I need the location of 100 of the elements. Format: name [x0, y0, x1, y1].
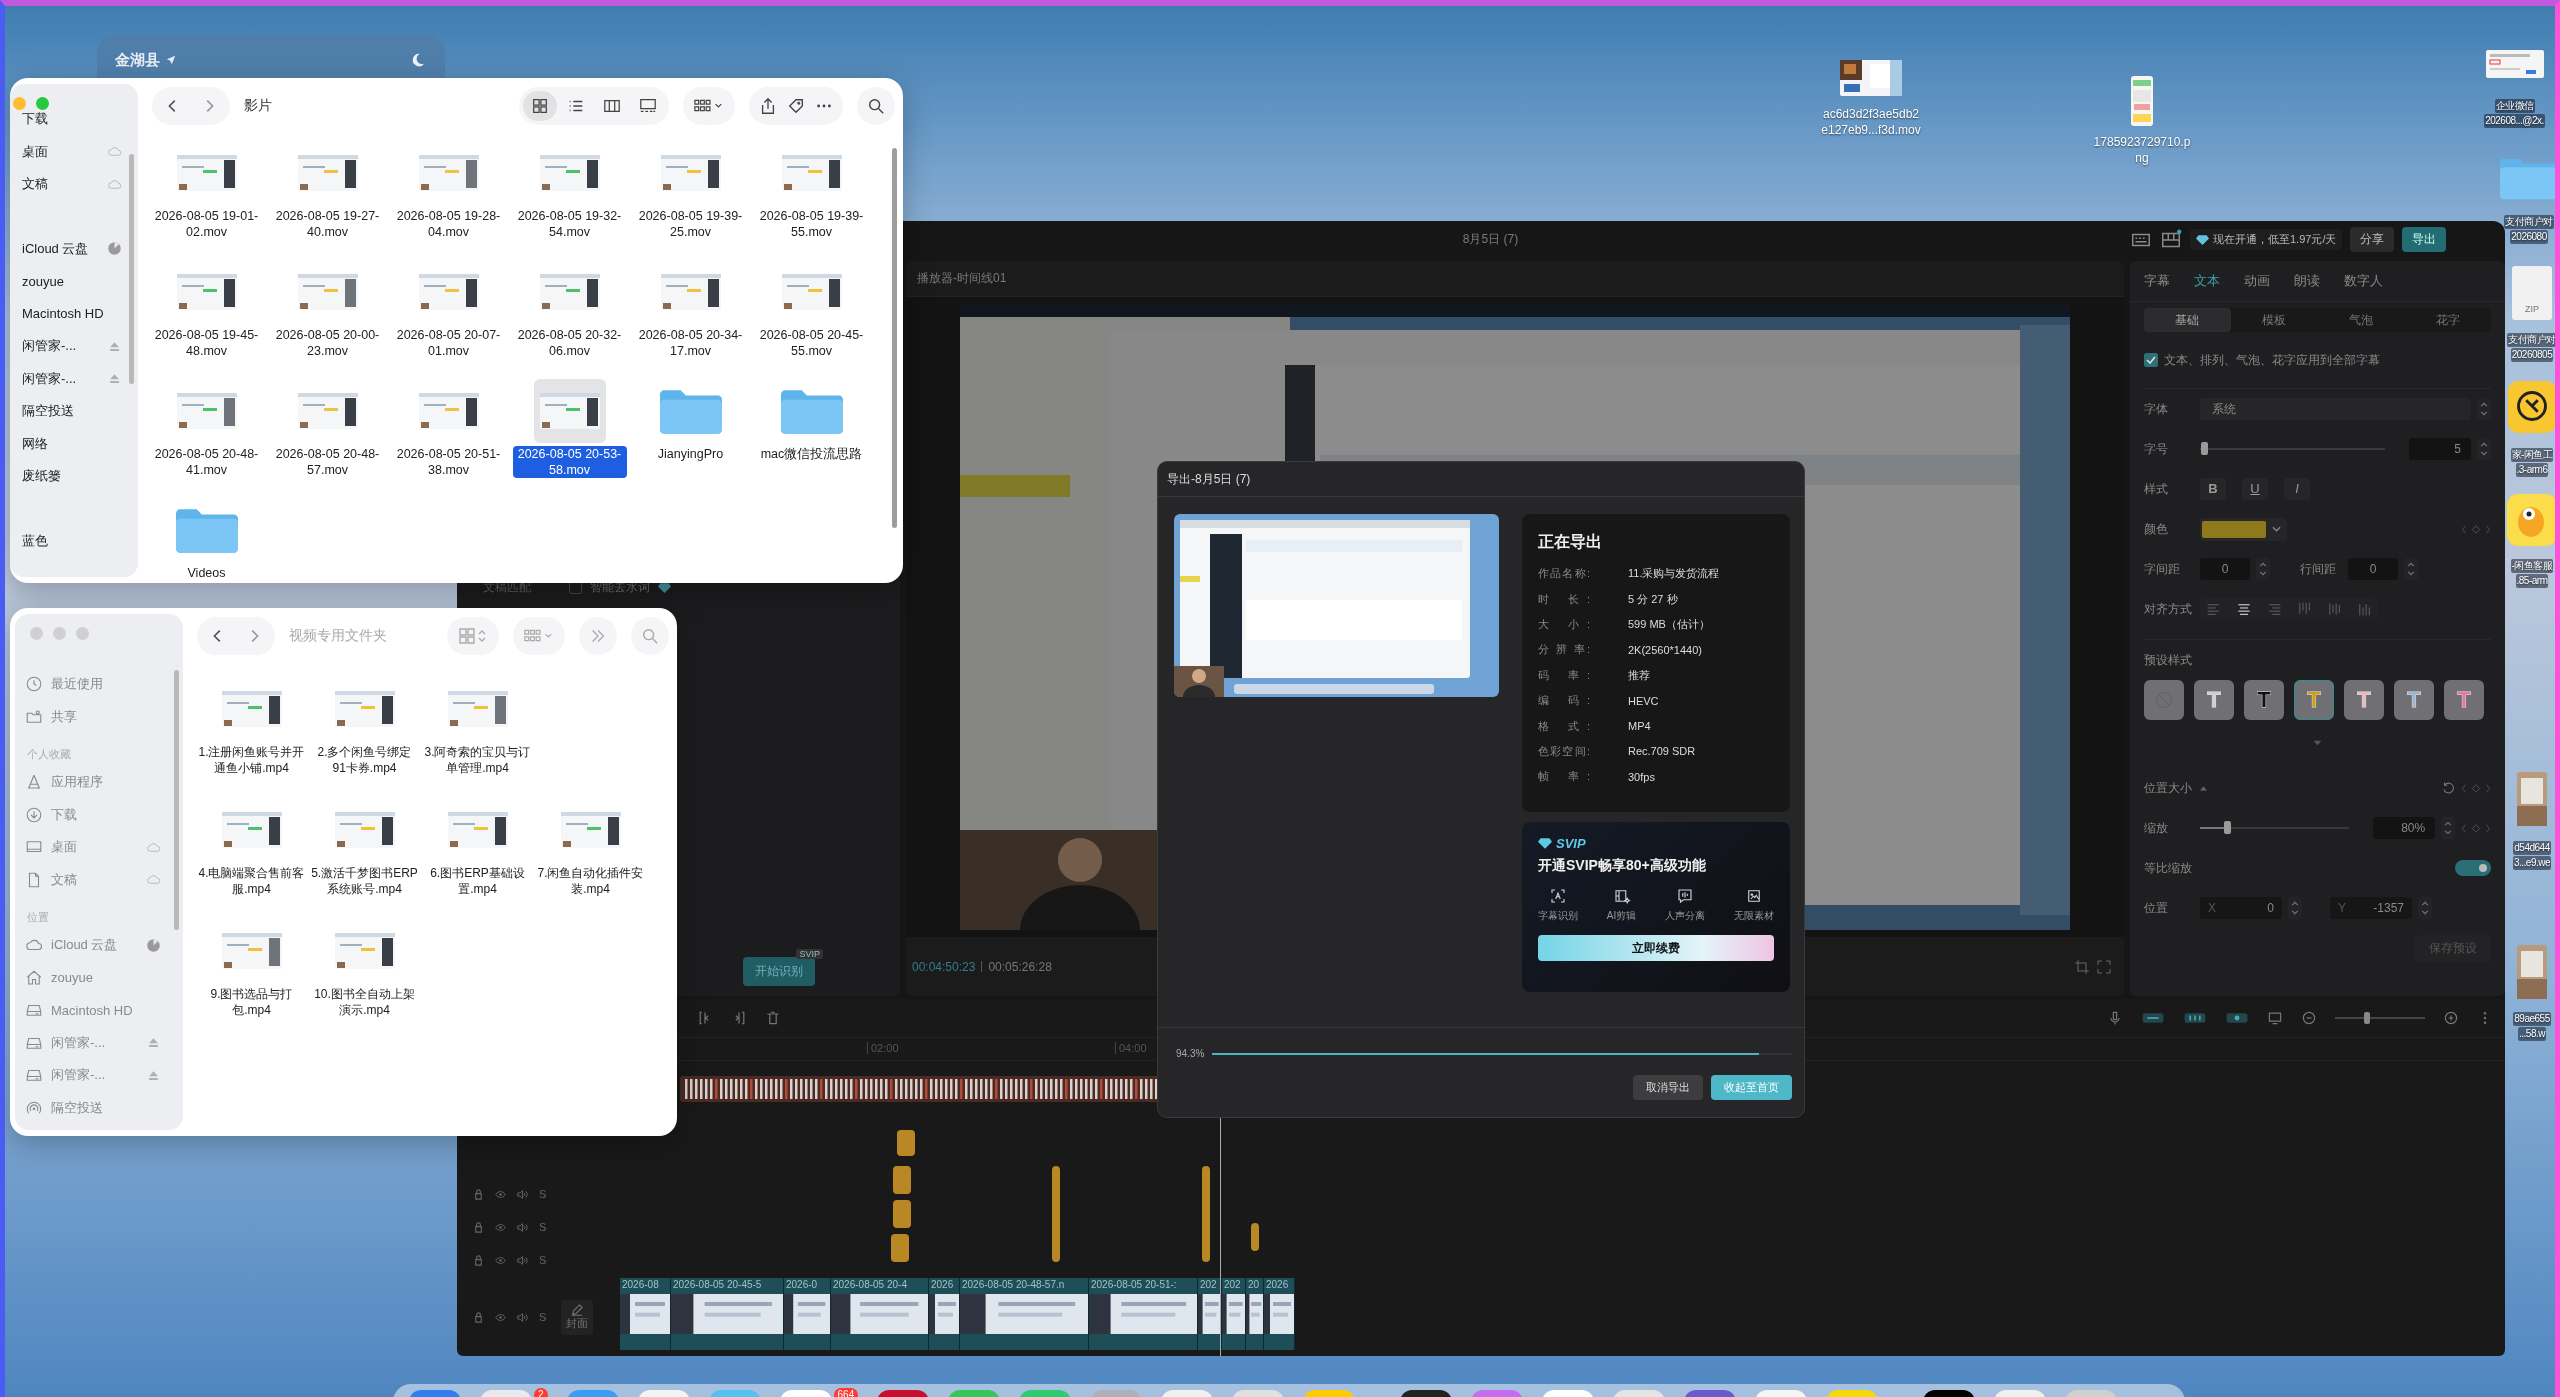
color-picker[interactable]	[2200, 517, 2287, 541]
stepper-icon[interactable]	[2477, 438, 2491, 460]
style-button[interactable]: U	[2242, 478, 2268, 500]
segment-tab[interactable]: 模板	[2230, 308, 2318, 332]
preset-style[interactable]: T	[2244, 680, 2284, 720]
export-button[interactable]: 导出	[2402, 227, 2447, 252]
sidebar-item[interactable]: 蓝色	[22, 524, 138, 557]
preset-style[interactable]	[2144, 680, 2184, 720]
sidebar-item[interactable]: Macintosh HD	[22, 297, 138, 330]
icons-view-icon[interactable]	[523, 91, 557, 121]
file-name[interactable]: 2026-08-05 20-45-55.mov	[754, 327, 869, 359]
preview-toggle-icon[interactable]	[2225, 1010, 2249, 1026]
view-switcher[interactable]	[447, 617, 499, 655]
sidebar-item[interactable]: 闲管家-...	[25, 1026, 183, 1059]
file-name[interactable]: 9.图书选品与打包.mp4	[195, 986, 308, 1018]
eye-icon[interactable]	[495, 1188, 506, 1200]
keyframe-icon[interactable]	[2461, 523, 2491, 535]
tab[interactable]: 文本	[2194, 272, 2220, 290]
vip-promo-button[interactable]: 现在开通，低至1.97元/天	[2190, 229, 2343, 250]
file-name[interactable]: 2026-08-05 19-27-40.mov	[270, 208, 385, 240]
reset-icon[interactable]	[2441, 781, 2455, 795]
file-name[interactable]: 2026-08-05 19-01-02.mov	[149, 208, 264, 240]
solo-toggle[interactable]: S	[539, 1311, 547, 1323]
file-name[interactable]: 2026-08-05 20-34-17.mov	[633, 327, 748, 359]
collapse-caret-icon[interactable]	[2200, 785, 2207, 791]
cover-button[interactable]: 封面	[561, 1299, 594, 1335]
timeline-clip[interactable]	[1052, 1166, 1060, 1262]
sidebar-item[interactable]: 应用程序	[25, 766, 183, 799]
sidebar-item[interactable]: 隔空投送	[22, 395, 138, 428]
file-name[interactable]: 2026-08-05 20-51-38.mov	[391, 446, 506, 478]
file-name[interactable]: 2026-08-05 19-32-54.mov	[512, 208, 627, 240]
speaker-icon[interactable]	[517, 1188, 528, 1200]
solo-toggle[interactable]: S	[539, 1188, 547, 1200]
share-button[interactable]: 分享	[2350, 227, 2395, 252]
tab[interactable]: 字幕	[2144, 272, 2170, 290]
lock-icon[interactable]	[473, 1188, 484, 1200]
video-clip[interactable]: 202	[1222, 1278, 1246, 1350]
toggle-switch[interactable]	[2455, 860, 2491, 876]
sidebar-item[interactable]: 文稿	[25, 863, 183, 896]
lock-icon[interactable]	[473, 1221, 484, 1233]
tab[interactable]: 朗读	[2294, 272, 2320, 290]
video-clip[interactable]: 2026-08-05 20-48-57.n	[960, 1278, 1089, 1350]
scale-field[interactable]: 80%	[2373, 817, 2436, 839]
solo-toggle[interactable]: S	[539, 1221, 547, 1233]
start-recognition-button[interactable]: 开始识别	[743, 957, 815, 986]
sidebar-item[interactable]: iCloud 云盘	[25, 929, 183, 962]
delete-icon[interactable]	[765, 1010, 781, 1026]
sidebar-item[interactable]: Macintosh HD	[25, 994, 183, 1027]
sidebar-item[interactable]: zouyue	[22, 265, 138, 298]
size-field[interactable]: 5	[2409, 438, 2471, 460]
file-name[interactable]: 2026-08-05 19-28-04.mov	[391, 208, 506, 240]
speaker-icon[interactable]	[517, 1221, 528, 1233]
stepper-icon[interactable]	[2441, 817, 2456, 839]
file-name[interactable]: Videos	[184, 565, 229, 581]
sidebar-item[interactable]: 隔空投送	[25, 1091, 183, 1124]
stepper-icon[interactable]	[2404, 558, 2418, 580]
stepper-icon[interactable]	[2256, 558, 2270, 580]
style-button[interactable]: B	[2200, 478, 2226, 500]
sidebar-item[interactable]: iCloud 云盘	[22, 232, 138, 265]
timeline-clip[interactable]	[893, 1166, 911, 1194]
tab[interactable]: 动画	[2244, 272, 2270, 290]
speaker-icon[interactable]	[517, 1254, 528, 1266]
expand-caret-icon[interactable]	[2313, 740, 2322, 746]
video-clip[interactable]: 2026	[1264, 1278, 1295, 1350]
zoom-out-icon[interactable]	[2301, 1010, 2317, 1026]
sidebar-item[interactable]: 共享	[25, 700, 183, 733]
sidebar-item[interactable]: 下载	[25, 798, 183, 831]
file-name[interactable]: 2026-08-05 20-07-01.mov	[391, 327, 506, 359]
file-name[interactable]: 2026-08-05 19-39-25.mov	[633, 208, 748, 240]
share-icon[interactable]	[759, 97, 777, 115]
checkbox[interactable]	[2144, 353, 2158, 367]
tab[interactable]: 数字人	[2344, 272, 2383, 290]
sidebar-item[interactable]: 闲管家-...	[22, 362, 138, 395]
speaker-icon[interactable]	[517, 1311, 528, 1323]
timeline-clip[interactable]	[1202, 1166, 1210, 1262]
eye-icon[interactable]	[495, 1311, 506, 1323]
file-name[interactable]: 2.多个闲鱼号绑定91卡券.mp4	[308, 744, 421, 776]
sidebar-item[interactable]: 废纸篓	[22, 460, 138, 493]
tag-icon[interactable]	[787, 97, 805, 115]
group-button[interactable]	[683, 87, 735, 125]
sidebar-item[interactable]: 网络	[22, 427, 138, 460]
file-name[interactable]: 2026-08-05 20-32-06.mov	[512, 327, 627, 359]
timeline-clip[interactable]	[1251, 1223, 1259, 1251]
segment-tab[interactable]: 花字	[2404, 308, 2491, 332]
lock-icon[interactable]	[473, 1311, 484, 1323]
snap-toggle-icon[interactable]	[2183, 1010, 2207, 1026]
sidebar-item[interactable]: zouyue	[25, 961, 183, 994]
file-name[interactable]: 2026-08-05 20-53-58.mov	[512, 446, 627, 478]
file-name[interactable]: JianyingPro	[654, 446, 727, 462]
sidebar-item[interactable]: 桌面	[22, 135, 138, 168]
screen-icon[interactable]	[2267, 1010, 2283, 1026]
style-button[interactable]: I	[2284, 478, 2310, 500]
file-name[interactable]: 2026-08-05 19-45-48.mov	[149, 327, 264, 359]
file-name[interactable]: 2026-08-05 20-48-41.mov	[149, 446, 264, 478]
file-name[interactable]: mac微信投流思路	[757, 446, 866, 462]
eye-icon[interactable]	[495, 1221, 506, 1233]
renew-button[interactable]: 立即续费	[1538, 935, 1774, 961]
sidebar-item[interactable]: 闲管家-...	[25, 1059, 183, 1092]
file-name[interactable]: 2026-08-05 19-39-55.mov	[754, 208, 869, 240]
microphone-icon[interactable]	[2107, 1010, 2123, 1026]
